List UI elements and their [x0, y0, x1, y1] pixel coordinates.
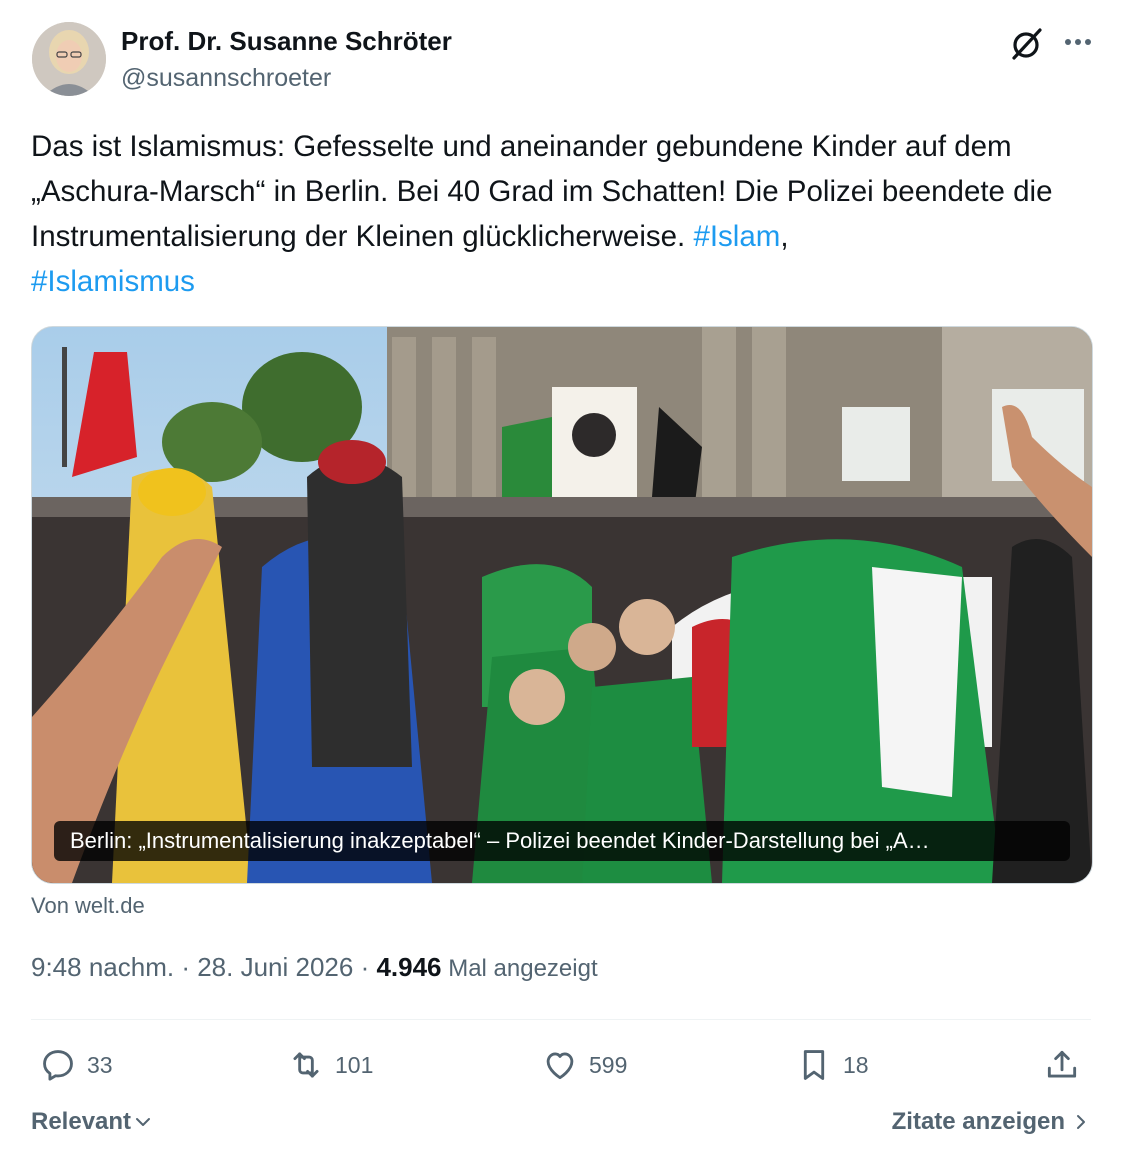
author-handle[interactable]: @susannschroeter [121, 64, 331, 93]
like-count: 599 [589, 1051, 628, 1078]
meta-separator: · [174, 952, 198, 982]
author-name[interactable]: Prof. Dr. Susanne Schröter [121, 26, 452, 57]
reply-count: 33 [87, 1051, 113, 1078]
link-card-caption[interactable]: Berlin: „Instrumentalisierung inakzeptab… [54, 821, 1070, 861]
retweet-button[interactable]: 101 [287, 1040, 373, 1090]
retweet-icon [293, 1052, 319, 1078]
chevron-right-icon [1077, 1115, 1085, 1129]
replies-footer: Relevant Zitate anzeigen [31, 1104, 1091, 1144]
grok-icon[interactable] [1006, 24, 1046, 64]
retweet-count: 101 [335, 1051, 374, 1078]
share-icon [1047, 1050, 1077, 1078]
heart-icon [546, 1052, 574, 1080]
sort-label: Relevant [31, 1108, 132, 1135]
link-source[interactable]: Von welt.de [31, 893, 145, 919]
like-button[interactable]: 599 [541, 1040, 627, 1090]
share-button[interactable] [1043, 1040, 1091, 1090]
reply-button[interactable]: 33 [39, 1040, 113, 1090]
tweet-meta: 9:48 nachm. · 28. Juni 2026 · 4.946 Mal … [31, 952, 598, 983]
hashtag-islam[interactable]: #Islam [693, 220, 780, 253]
tweet-body: Das ist Islamismus: Gefesselte und anein… [31, 130, 1053, 253]
divider [31, 1019, 1091, 1020]
tweet-date[interactable]: 28. Juni 2026 [197, 952, 353, 982]
sort-dropdown[interactable]: Relevant [31, 1108, 153, 1136]
view-quotes-link[interactable]: Zitate anzeigen [892, 1108, 1091, 1136]
hashtag-separator: , [780, 220, 789, 253]
link-card[interactable]: Berlin: „Instrumentalisierung inakzeptab… [31, 326, 1093, 884]
bookmark-count: 18 [843, 1051, 869, 1078]
tweet-text: Das ist Islamismus: Gefesselte und anein… [31, 124, 1091, 304]
more-options-icon[interactable] [1058, 26, 1098, 58]
tweet-header: Prof. Dr. Susanne Schröter @susannschroe… [32, 22, 1092, 98]
hashtag-islamismus[interactable]: #Islamismus [31, 265, 195, 298]
meta-separator: · [353, 952, 377, 982]
avatar[interactable] [32, 22, 106, 96]
chevron-down-icon [136, 1118, 151, 1126]
quotes-label: Zitate anzeigen [891, 1108, 1065, 1135]
bookmark-button[interactable]: 18 [795, 1040, 869, 1090]
views-count: 4.946 [376, 952, 442, 982]
bookmark-icon [803, 1050, 825, 1080]
link-card-photo [32, 327, 1092, 883]
reply-icon [43, 1050, 73, 1081]
views-label: Mal angezeigt [441, 955, 598, 982]
action-bar: 33 101 599 18 [31, 1040, 1091, 1090]
tweet-time[interactable]: 9:48 nachm. [31, 952, 174, 982]
